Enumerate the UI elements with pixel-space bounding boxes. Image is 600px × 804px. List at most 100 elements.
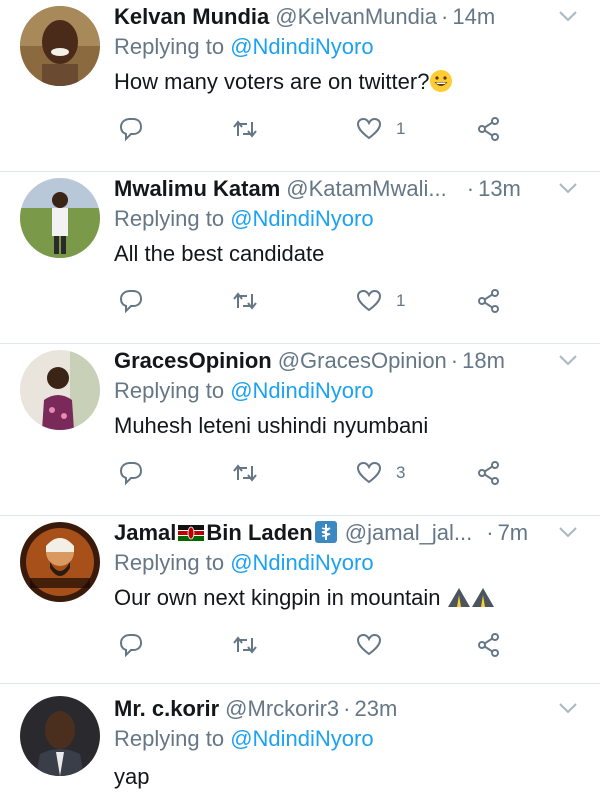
avatar[interactable] [20,522,100,602]
tweet-actions [118,630,508,660]
like-icon [356,289,382,312]
avatar[interactable] [20,350,100,430]
replying-to-line: Replying to @NdindiNyoro [114,378,374,404]
tweet-header: Kelvan Mundia @KelvanMundia · 14m [114,0,550,34]
reply-icon [119,634,143,658]
user-handle[interactable]: @jamal_jal... [345,520,473,546]
like-count: 1 [396,291,406,310]
reply-feed: Kelvan Mundia @KelvanMundia · 14m Replyi… [0,0,600,804]
mountain-road-emoji-icon [447,588,494,607]
avatar-image [20,696,100,776]
display-name[interactable]: GracesOpinion [114,348,272,374]
share-button[interactable] [476,458,502,488]
display-name[interactable]: Mr. c.korir [114,696,219,722]
reply-button[interactable] [118,630,144,660]
display-name[interactable]: Jamal Bin Laden [114,520,337,546]
grinning-face-emoji-icon [430,70,453,92]
tweet-text: yap [114,764,149,790]
medical-symbol-icon [314,521,337,543]
tweet-header: Mwalimu Katam @KatamMwali... · 13m [114,172,550,206]
timestamp[interactable]: 23m [354,696,397,722]
retweet-button[interactable] [232,630,258,660]
mention-link[interactable]: @NdindiNyoro [230,726,373,751]
avatar-image [20,6,100,86]
tweet-text-content: All the best candidate [114,241,325,266]
retweet-icon [233,120,257,138]
tweet-text: All the best candidate [114,241,324,267]
like-count: 1 [396,119,406,138]
tweet-text: How many voters are on twitter? [114,69,453,95]
replying-prefix: Replying to [114,378,225,403]
caret-down-icon[interactable] [558,352,578,368]
like-icon [356,461,382,484]
separator-dot: · [343,696,351,721]
share-icon [478,461,499,485]
reply-tweet[interactable]: GracesOpinion @GracesOpinion · 18m Reply… [0,344,600,516]
reply-icon [119,118,143,142]
tweet-header: Jamal Bin Laden @jamal_jal... · 7m [114,516,550,550]
tweet-actions: 3 [118,458,508,488]
retweet-icon [233,464,257,482]
reply-tweet[interactable]: Mwalimu Katam @KatamMwali... · 13m Reply… [0,172,600,344]
like-button[interactable]: 1 [356,114,405,144]
mention-link[interactable]: @NdindiNyoro [230,34,373,59]
display-name[interactable]: Mwalimu Katam [114,176,280,202]
replying-prefix: Replying to [114,34,225,59]
reply-button[interactable] [118,114,144,144]
reply-button[interactable] [118,458,144,488]
tweet-actions: 1 [118,114,508,144]
retweet-button[interactable] [232,286,258,316]
reply-button[interactable] [118,286,144,316]
avatar[interactable] [20,6,100,86]
replying-prefix: Replying to [114,726,225,751]
display-name-part: Bin Laden [206,520,313,545]
caret-down-icon[interactable] [558,8,578,24]
user-handle[interactable]: @Mrckorir3 [225,696,339,722]
replying-prefix: Replying to [114,206,225,231]
tweet-header: Mr. c.korir @Mrckorir3 · 23m [114,692,550,726]
display-name-part: Jamal [114,520,177,545]
timestamp[interactable]: 7m [498,520,529,546]
avatar-image [20,178,100,258]
reply-tweet[interactable]: Kelvan Mundia @KelvanMundia · 14m Replyi… [0,0,600,172]
like-button[interactable]: 1 [356,286,405,316]
retweet-button[interactable] [232,114,258,144]
replying-to-line: Replying to @NdindiNyoro [114,726,374,752]
like-button[interactable]: 3 [356,458,405,488]
caret-down-icon[interactable] [558,524,578,540]
tweet-text-content: yap [114,764,150,789]
user-handle[interactable]: @GracesOpinion [278,348,447,374]
user-handle[interactable]: @KelvanMundia [275,4,437,30]
timestamp[interactable]: 14m [452,4,495,30]
caret-down-icon[interactable] [558,700,578,716]
separator-dot: · [466,176,475,201]
retweet-icon [233,636,257,654]
reply-tweet[interactable]: Jamal Bin Laden @jamal_jal... · 7m Replyi… [0,516,600,684]
tweet-text-content: How many voters are on twitter? [114,69,430,94]
tweet-text-content: Our own next kingpin in mountain [114,585,441,610]
like-button[interactable] [356,630,396,660]
retweet-button[interactable] [232,458,258,488]
share-button[interactable] [476,114,502,144]
retweet-icon [233,292,257,310]
tweet-actions: 1 [118,286,508,316]
caret-down-icon[interactable] [558,180,578,196]
user-handle[interactable]: @KatamMwali... [286,176,446,202]
timestamp[interactable]: 13m [478,176,521,202]
tweet-text: Our own next kingpin in mountain [114,585,495,611]
timestamp[interactable]: 18m [462,348,505,374]
mention-link[interactable]: @NdindiNyoro [230,206,373,231]
avatar[interactable] [20,696,100,776]
mention-link[interactable]: @NdindiNyoro [230,378,373,403]
avatar[interactable] [20,178,100,258]
like-count: 3 [396,463,406,482]
reply-tweet[interactable]: Mr. c.korir @Mrckorir3 · 23m Replying to… [0,686,600,804]
reply-icon [119,462,143,486]
separator-dot: · [450,348,459,373]
replying-to-line: Replying to @NdindiNyoro [114,34,374,60]
separator-dot: · [486,520,494,545]
mention-link[interactable]: @NdindiNyoro [230,550,373,575]
share-button[interactable] [476,286,502,316]
display-name[interactable]: Kelvan Mundia [114,4,269,30]
share-button[interactable] [476,630,502,660]
